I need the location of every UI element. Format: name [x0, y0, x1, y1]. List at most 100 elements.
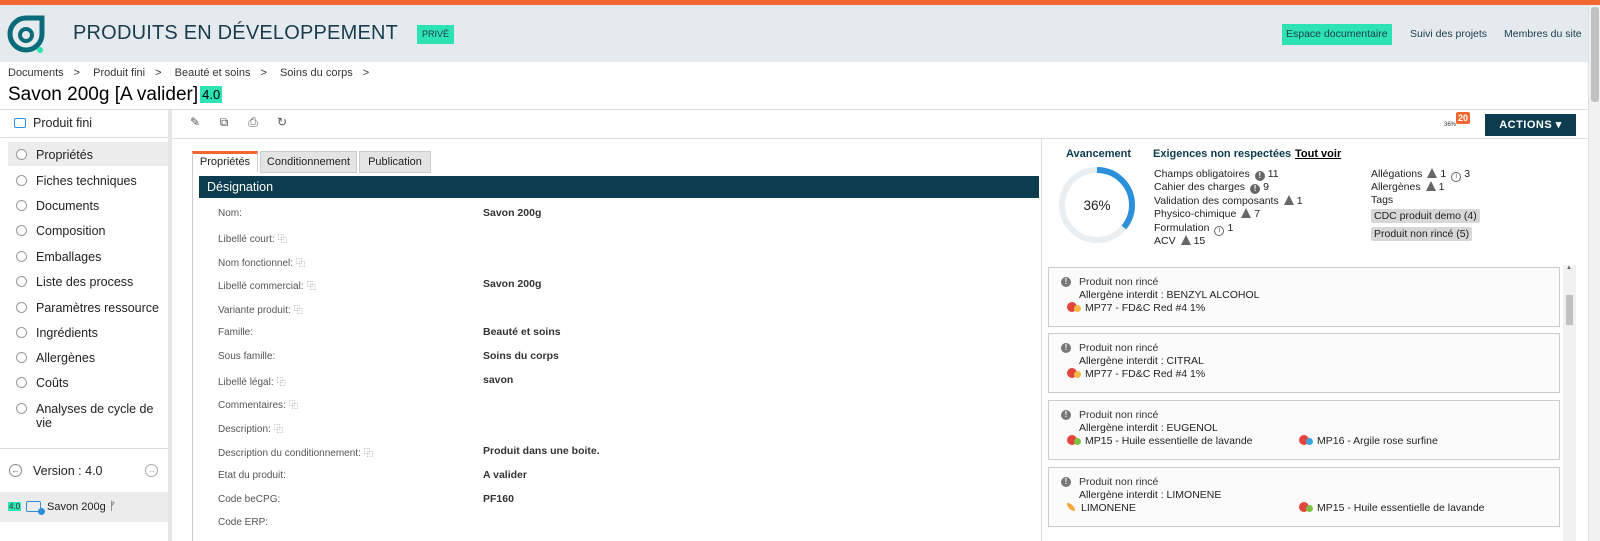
print-icon[interactable]: ⎙ [246, 116, 260, 129]
warning-icon [1425, 181, 1436, 191]
tab-properties[interactable]: Propriétés [192, 151, 258, 173]
field-value: savon [483, 374, 514, 386]
allergens-label: Allergènes [1371, 181, 1421, 193]
site-header: PRODUITS EN DÉVELOPPEMENT PRIVÉ Espace d… [0, 5, 1588, 62]
tab-packaging[interactable]: Conditionnement [260, 151, 357, 173]
sidebar-item[interactable]: Composition [8, 218, 168, 242]
sidebar-item-label: Ingrédients [36, 326, 98, 340]
warning-icon [1427, 168, 1438, 178]
tab-publication[interactable]: Publication [359, 151, 431, 173]
tag-cdc-produit-demo[interactable]: CDC produit demo (4) [1371, 209, 1480, 223]
scroll-up-icon[interactable]: ▲ [1566, 265, 1572, 271]
sidebar-item[interactable]: Emballages [8, 244, 168, 268]
progress-percent: 36% [1083, 198, 1111, 213]
sidebar-item[interactable]: Ingrédients [8, 320, 168, 344]
sidebar-item[interactable]: Liste des process [8, 269, 168, 293]
translate-icon[interactable]: ⿻ [296, 256, 305, 269]
exclamation-icon: ! [1061, 277, 1071, 287]
requirement-category[interactable]: Champs obligatoires! 11 [1154, 168, 1279, 181]
breadcrumb-item[interactable]: Beauté et soins [175, 67, 251, 79]
requirement-category[interactable]: Formulation i 1 [1154, 222, 1233, 236]
actions-button[interactable]: ACTIONS ▾ [1485, 114, 1576, 136]
nav-site-members[interactable]: Membres du site [1504, 28, 1582, 40]
sidebar-header: Produit fini [14, 116, 92, 130]
site-logo[interactable] [6, 14, 46, 54]
sidebar-item[interactable]: Allergènes [8, 345, 168, 369]
translate-icon[interactable]: ⿻ [274, 422, 283, 435]
requirement-card[interactable]: ! Produit non rincé Allergène interdit : L… [1048, 467, 1560, 527]
sidebar-item-label: Allergènes [36, 351, 96, 365]
scrollbar-thumb[interactable] [1566, 295, 1573, 325]
sidebar-item[interactable]: Analyses de cycle de vie [8, 396, 168, 430]
requirement-card[interactable]: ! Produit non rincé Allergène interdit : B… [1048, 267, 1560, 327]
nav-project-tracking[interactable]: Suivi des projets [1410, 28, 1487, 40]
requirement-category[interactable]: Validation des composants 1 [1154, 194, 1303, 207]
nav-document-space[interactable]: Espace documentaire [1282, 24, 1392, 45]
raw-material-link[interactable]: MP15 - Huile essentielle de lavande [1067, 435, 1253, 447]
field-label-text: Libellé commercial: [218, 281, 304, 292]
toolbar: ✎ ⧉ ⎙ ↻ [188, 116, 304, 129]
allegations-item[interactable]: Allégations 1 i 3 [1371, 168, 1470, 182]
edit-icon[interactable]: ✎ [188, 116, 202, 129]
requirement-category[interactable]: Physico-chimique 7 [1154, 208, 1260, 220]
requirement-card-title: Produit non rincé [1079, 342, 1159, 354]
allergens-item[interactable]: Allergènes 1 [1371, 181, 1444, 193]
raw-material-icon [1067, 435, 1083, 445]
requirement-category[interactable]: ACV 15 [1154, 235, 1205, 247]
see-all-link[interactable]: Tout voir [1295, 148, 1341, 160]
sidebar-item-label: Emballages [36, 250, 102, 264]
exclamation-icon: ! [1061, 343, 1071, 353]
refresh-icon[interactable]: ↻ [275, 116, 289, 129]
translate-icon[interactable]: ⿻ [364, 446, 373, 459]
translate-icon[interactable]: ⿻ [294, 303, 303, 316]
radio-icon [16, 403, 27, 414]
field-value: Produit dans une boite. [483, 445, 600, 457]
raw-material-link[interactable]: MP77 - FD&C Red #4 1% [1067, 302, 1205, 314]
breadcrumb-item[interactable]: Produit fini [93, 67, 145, 79]
sidebar-item[interactable]: Coûts [8, 370, 168, 394]
translate-icon[interactable]: ⿻ [277, 375, 286, 388]
raw-material-name: MP15 - Huile essentielle de lavande [1317, 502, 1485, 514]
translate-icon[interactable]: ⿻ [278, 232, 287, 245]
version-navigator: ← Version : 4.0 → [0, 448, 168, 494]
sidebar-item-label: Documents [36, 199, 100, 213]
divider [172, 138, 1588, 139]
breadcrumb-item[interactable]: Documents [8, 67, 64, 79]
requirement-category-label: Physico-chimique [1154, 208, 1237, 221]
field-label: Commentaires: ⿻ [218, 398, 298, 411]
progress-notification[interactable]: 36% 20 [1438, 112, 1471, 132]
page-scrollbar[interactable] [1588, 5, 1600, 541]
raw-material-link[interactable]: MP15 - Huile essentielle de lavande [1299, 502, 1485, 514]
requirement-count: 1 [1227, 221, 1234, 234]
tag-produit-non-rince[interactable]: Produit non rincé (5) [1371, 227, 1473, 241]
field-label: Description du conditionnement: ⿻ [218, 446, 373, 459]
requirement-list-scrollbar[interactable]: ▲ [1563, 265, 1576, 541]
previous-version-icon[interactable]: ← [9, 464, 22, 477]
raw-material-name: LIMONENE [1081, 502, 1136, 514]
requirement-count: 1 [1296, 194, 1303, 207]
requirement-card-message: Allergène interdit : CITRAL [1079, 355, 1204, 367]
scrollbar-thumb[interactable] [1591, 7, 1599, 102]
translate-icon[interactable]: ⿻ [307, 279, 316, 292]
requirement-card[interactable]: ! Produit non rincé Allergène interdit : C… [1048, 333, 1560, 393]
sidebar-item[interactable]: Fiches techniques [8, 168, 168, 192]
requirement-category[interactable]: Cahier des charges! 9 [1154, 181, 1269, 195]
notification-count: 20 [1456, 112, 1471, 124]
sidebar-item[interactable]: Paramètres ressource [8, 295, 168, 319]
breadcrumb-item[interactable]: Soins du corps [280, 67, 353, 79]
translate-icon[interactable]: ⿻ [289, 398, 298, 411]
requirement-count: 15 [1193, 235, 1206, 247]
current-version-item[interactable]: 4.0 Savon 200g ᚠ [0, 492, 168, 522]
sidebar-item-label: Composition [36, 224, 106, 238]
sidebar-item[interactable]: Propriétés [8, 142, 168, 166]
sidebar: Produit fini Propriétés Fiches techniques… [0, 110, 172, 541]
next-version-icon[interactable]: → [145, 464, 158, 477]
requirement-card[interactable]: ! Produit non rincé Allergène interdit : E… [1048, 400, 1560, 460]
copy-icon[interactable]: ⧉ [217, 116, 231, 129]
raw-material-link[interactable]: MP16 - Argile rose surfine [1299, 435, 1438, 447]
sidebar-item[interactable]: Documents [8, 193, 168, 217]
raw-material-link[interactable]: MP77 - FD&C Red #4 1% [1067, 368, 1205, 380]
raw-material-link[interactable]: LIMONENE [1067, 502, 1136, 514]
radio-icon [16, 149, 27, 160]
field-label: Variante produit: ⿻ [218, 303, 303, 316]
